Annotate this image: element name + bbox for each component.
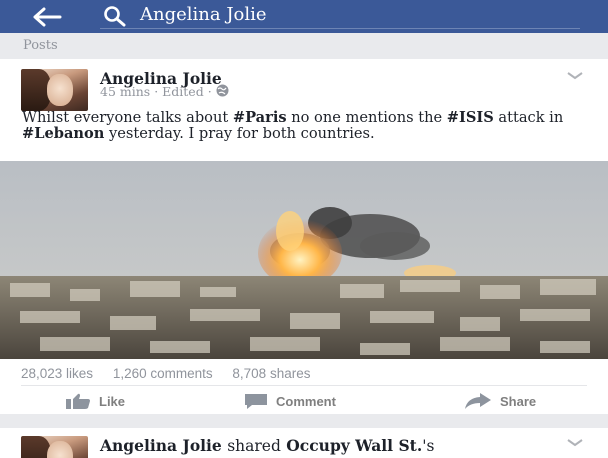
shared-page-link[interactable]: Occupy Wall St. bbox=[286, 436, 422, 455]
comment-button[interactable]: Comment bbox=[244, 389, 336, 413]
top-bar: Angelina Jolie bbox=[0, 0, 608, 33]
hashtag-link[interactable]: #ISIS bbox=[447, 109, 494, 126]
avatar[interactable] bbox=[21, 69, 88, 111]
post-card: Angelina Jolie shared Occupy Wall St.'s bbox=[0, 428, 608, 458]
search-underline bbox=[100, 28, 580, 29]
likes-count[interactable]: 28,023 likes bbox=[21, 366, 93, 381]
post-text: Whilst everyone talks about #Paris no on… bbox=[22, 109, 564, 142]
like-button[interactable]: Like bbox=[65, 389, 125, 413]
post-card: Angelina Jolie 45 mins · Edited · Whilst… bbox=[0, 59, 608, 414]
thumbs-up-icon bbox=[66, 393, 90, 409]
possessive-suffix: 's bbox=[422, 437, 435, 455]
meta-separator: · bbox=[207, 84, 212, 99]
post-author[interactable]: Angelina Jolie bbox=[100, 436, 222, 455]
back-arrow-icon[interactable] bbox=[30, 6, 64, 28]
share-arrow-icon bbox=[465, 393, 491, 409]
post-author-line: Angelina Jolie shared Occupy Wall St.'s bbox=[100, 436, 434, 455]
like-label: Like bbox=[99, 393, 126, 409]
comments-count[interactable]: 1,260 comments bbox=[113, 366, 213, 381]
chevron-down-icon[interactable] bbox=[566, 71, 584, 81]
search-icon[interactable] bbox=[103, 5, 127, 27]
comment-label: Comment bbox=[276, 393, 336, 409]
hashtag-link[interactable]: #Lebanon bbox=[22, 125, 104, 142]
chevron-down-icon[interactable] bbox=[566, 438, 584, 448]
meta-separator: · bbox=[154, 84, 159, 99]
post-photo[interactable] bbox=[0, 161, 608, 359]
post-stats: 28,023 likes 1,260 comments 8,708 shares bbox=[21, 366, 326, 381]
edited-label[interactable]: Edited bbox=[162, 84, 204, 99]
share-button[interactable]: Share bbox=[464, 389, 536, 413]
share-label: Share bbox=[500, 393, 537, 409]
shared-label: shared bbox=[227, 437, 281, 455]
hashtag-link[interactable]: #Paris bbox=[233, 109, 287, 126]
avatar[interactable] bbox=[21, 436, 88, 458]
shares-count[interactable]: 8,708 shares bbox=[232, 366, 310, 381]
globe-icon bbox=[216, 84, 229, 97]
section-label-posts: Posts bbox=[23, 38, 58, 53]
search-input[interactable]: Angelina Jolie bbox=[140, 2, 580, 28]
post-meta: 45 mins · Edited · bbox=[100, 84, 229, 99]
post-time[interactable]: 45 mins bbox=[100, 84, 150, 99]
divider bbox=[21, 385, 587, 386]
post-actions: Like Comment Share bbox=[0, 389, 608, 413]
comment-bubble-icon bbox=[245, 394, 267, 409]
